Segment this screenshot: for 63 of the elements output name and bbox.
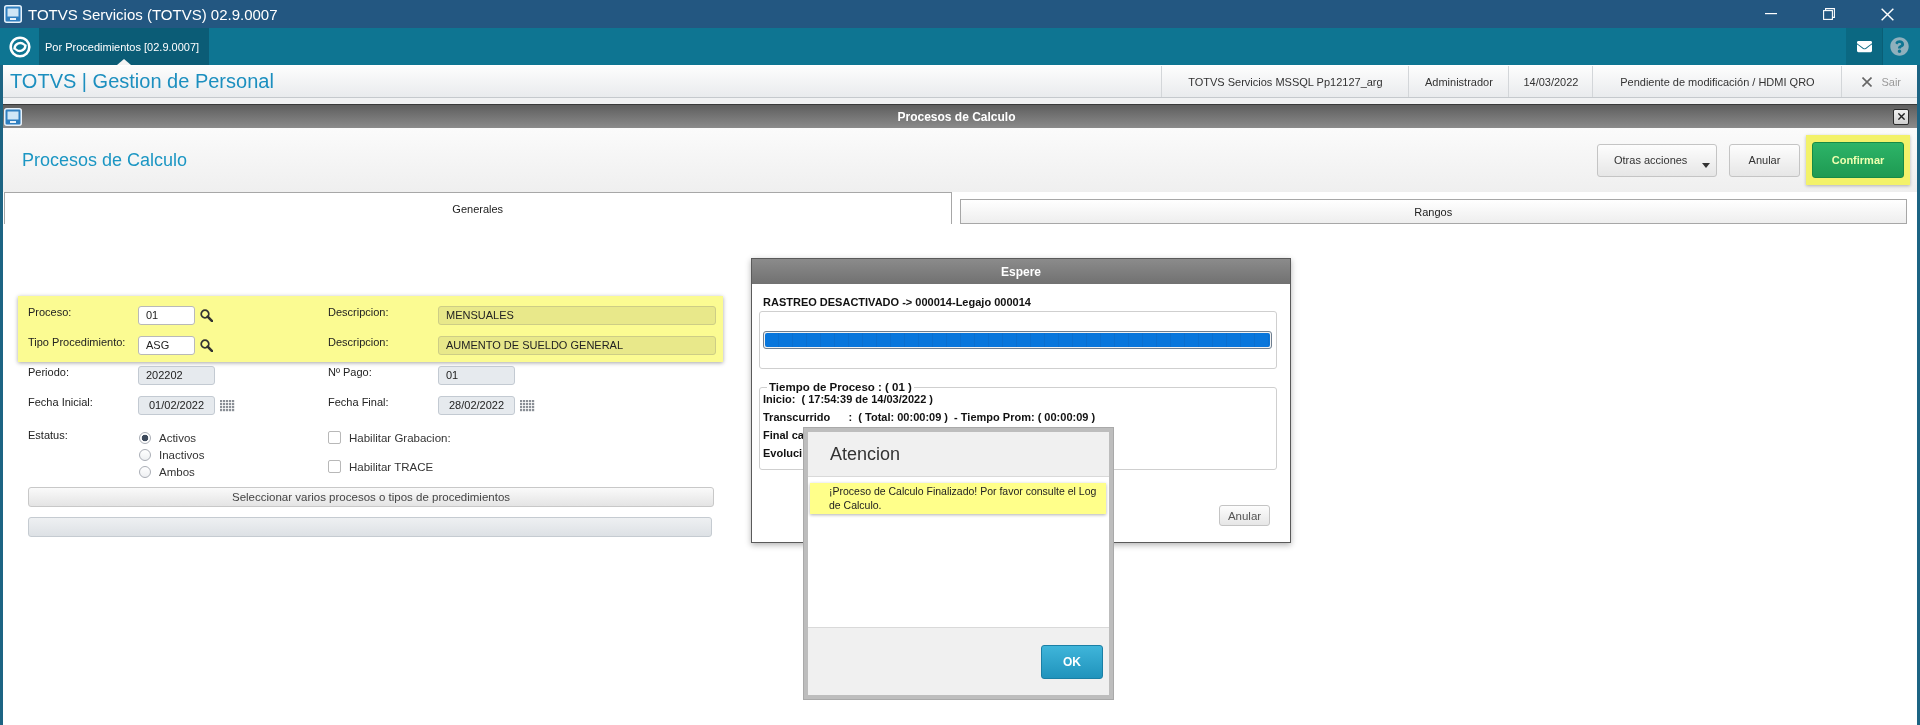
radio-button[interactable]	[139, 465, 151, 478]
field-label: Fecha Final:	[328, 396, 390, 409]
checkbox[interactable]	[328, 460, 341, 473]
option-label: Inactivos	[159, 448, 205, 461]
dialog-title: Espere	[1001, 264, 1041, 279]
tab[interactable]: Generales	[4, 192, 952, 224]
input-field[interactable]: ASG	[138, 336, 195, 355]
header-info: Administrador	[1408, 66, 1509, 97]
close-icon	[1880, 7, 1894, 21]
checkbox[interactable]	[328, 431, 341, 444]
tab-label: Por Procedimientos [02.9.0007]	[45, 40, 200, 53]
menu-button[interactable]: Otras acciones	[1597, 143, 1717, 177]
app-title: TOTVS | Gestion de Personal	[9, 69, 274, 94]
restore-icon	[1823, 8, 1835, 20]
checkbox-label: Habilitar Grabacion:	[349, 431, 451, 444]
timing-text: Transcurrido : ( Total: 00:00:09 ) - Tiempo Prom: ( 00:00:09 )	[763, 411, 1096, 424]
header-info: 14/03/2022	[1508, 66, 1593, 97]
select-button[interactable]: Seleccionar varios procesos o tipos de procedimientos	[28, 487, 714, 507]
field-label: Periodo:	[28, 366, 70, 379]
field-label: Tipo Procedimiento:	[28, 336, 127, 349]
header-info: TOTVS Servicios MSSQL Pp12127_arg	[1161, 66, 1409, 97]
close-icon	[1897, 113, 1905, 120]
mail-button[interactable]	[1846, 28, 1883, 65]
timing-text: Final ca	[763, 429, 804, 442]
field-label: Descripcion:	[328, 336, 390, 349]
option-label: Activos	[159, 431, 197, 444]
search-icon[interactable]	[200, 309, 213, 322]
option-label: Ambos	[159, 465, 195, 478]
window-title: TOTVS Servicios (TOTVS) 02.9.0007	[28, 5, 278, 23]
timing-text: Evoluci	[763, 447, 803, 460]
calendar-icon[interactable]	[520, 399, 535, 412]
input-field[interactable]: 01	[138, 306, 195, 325]
action-button[interactable]: Anular	[1729, 143, 1800, 177]
page-heading: Procesos de Calculo	[22, 149, 188, 171]
radio-button[interactable]	[139, 448, 151, 461]
dialog-title: Procesos de Calculo	[897, 109, 1016, 124]
radio-button[interactable]	[139, 431, 151, 444]
minimize-icon	[1765, 13, 1777, 15]
alert-title: Atencion	[830, 443, 901, 465]
field-label: Descripcion:	[328, 306, 390, 319]
alert-message: ¡Proceso de Calculo Finalizado! Por favor consulte el Log de Calculo.	[810, 483, 1106, 514]
field-label: Fecha Inicial:	[28, 396, 94, 409]
mail-icon	[1856, 39, 1872, 54]
checkbox-label: Habilitar TRACE	[349, 460, 434, 473]
close-button[interactable]	[1893, 108, 1909, 125]
tab[interactable]: Rangos	[959, 199, 1907, 224]
search-icon[interactable]	[200, 339, 213, 352]
field-label: Proceso:	[28, 306, 73, 319]
help-icon	[1890, 37, 1909, 56]
calendar-icon[interactable]	[220, 399, 235, 412]
caret-icon	[1702, 162, 1710, 168]
status-text: RASTREO DESACTIVADO -> 000014-Legajo 000014	[763, 296, 1031, 309]
cancel-button[interactable]: Anular	[1219, 505, 1270, 526]
logo-icon[interactable]	[8, 35, 31, 58]
header-info: Pendiente de modificación / HDMI QRO	[1592, 66, 1842, 97]
window-icon	[4, 107, 22, 126]
field-label: Nº Pago:	[328, 366, 373, 379]
close-icon	[1862, 76, 1873, 87]
timing-text: Inicio: ( 17:54:39 de 14/03/2022 )	[763, 393, 933, 406]
group-title: Tiempo de Proceso : ( 01 )	[768, 381, 913, 393]
field-label: Estatus:	[28, 429, 69, 442]
window-icon	[4, 5, 22, 23]
app-tab[interactable]: Por Procedimientos [02.9.0007]	[39, 28, 209, 65]
